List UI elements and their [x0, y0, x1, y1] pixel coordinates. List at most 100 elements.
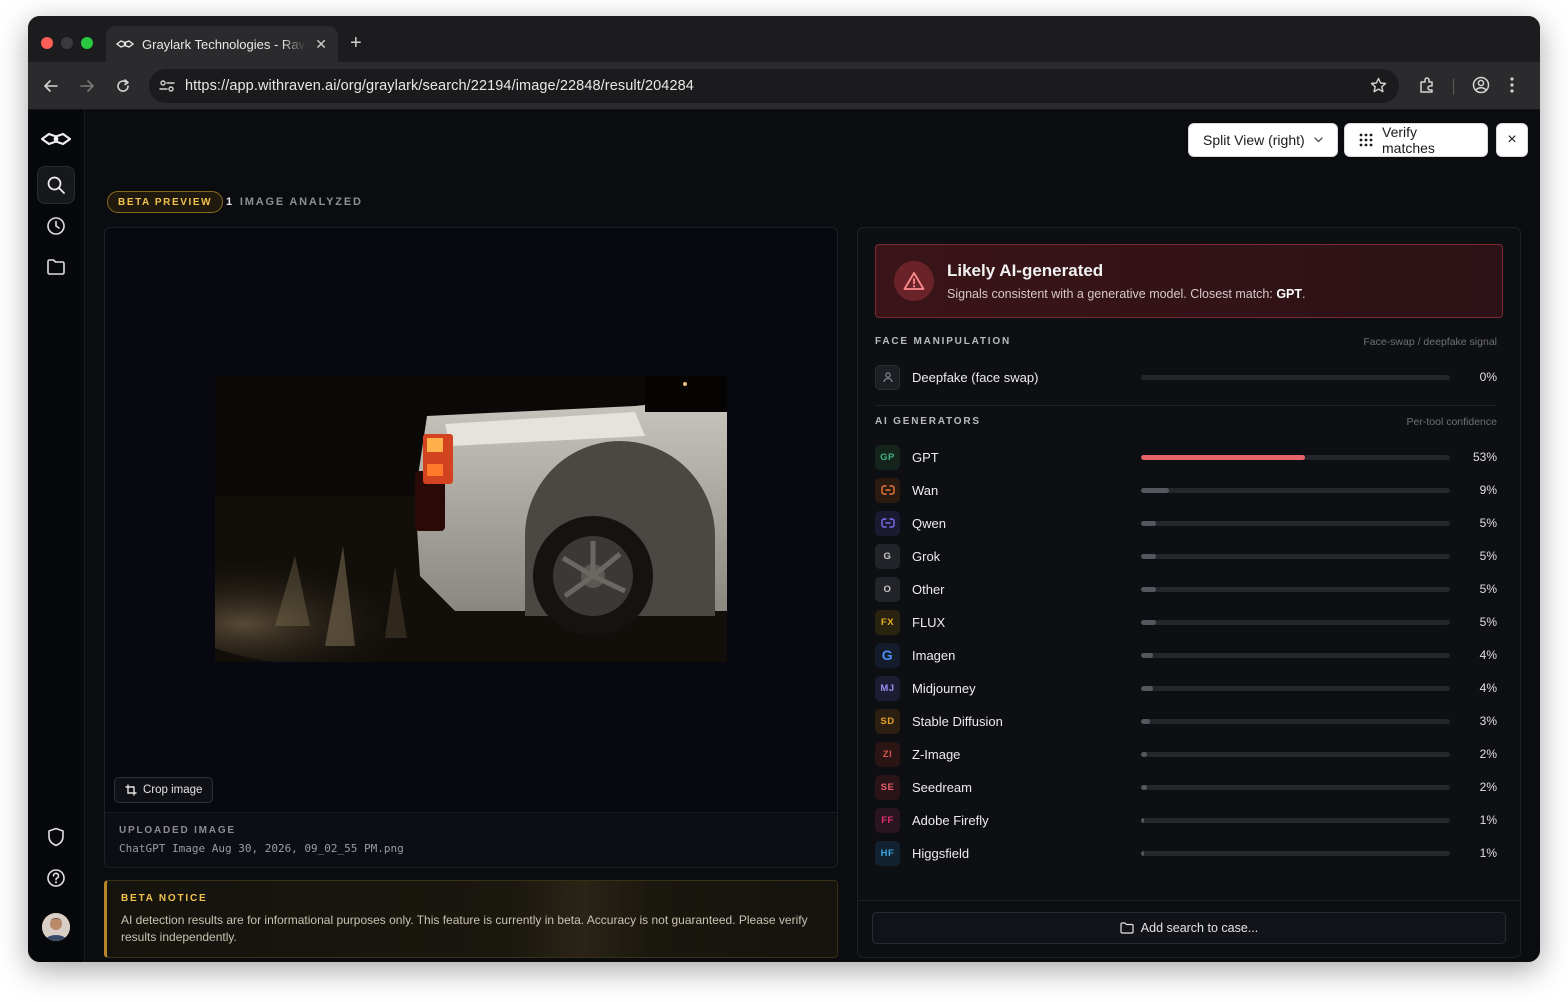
verify-matches-button[interactable]: Verify matches: [1344, 123, 1488, 157]
beta-notice-text: AI detection results are for information…: [121, 913, 808, 944]
generator-confidence-track: [1141, 718, 1450, 724]
generator-row: ZI Z-Image 2%: [875, 740, 1497, 768]
browser-window: Graylark Technologies - Raven ✕ + https:…: [28, 16, 1540, 962]
sidebar-item-security[interactable]: [37, 818, 75, 856]
face-row: Deepfake (face swap) 0%: [875, 363, 1497, 391]
generator-name: Seedream: [912, 779, 972, 795]
generator-percent: 1%: [1479, 846, 1497, 860]
ai-generators-header: AI GENERATORS Per-tool confidence: [875, 416, 1497, 428]
sidebar: [28, 110, 85, 962]
back-arrow-icon[interactable]: [41, 76, 61, 96]
new-tab-icon[interactable]: +: [350, 32, 362, 54]
generator-confidence-fill: [1141, 850, 1145, 856]
results-footer: Add search to case...: [858, 900, 1520, 957]
generator-name: Other: [912, 581, 945, 597]
close-panel-button[interactable]: ×: [1496, 123, 1528, 157]
sidebar-item-search[interactable]: [37, 166, 75, 204]
sidebar-item-history[interactable]: [37, 207, 75, 245]
generator-badge-icon: HF: [875, 840, 900, 866]
chevron-down-icon: [1314, 137, 1323, 143]
generator-name: Adobe Firefly: [912, 812, 989, 828]
generator-percent: 3%: [1479, 714, 1497, 728]
generator-confidence-track: [1141, 652, 1450, 658]
face-manipulation-note: Face-swap / deepfake signal: [1363, 336, 1497, 348]
help-icon: [47, 869, 65, 887]
generator-name: Imagen: [912, 647, 956, 663]
generator-badge-icon: ZI: [875, 741, 900, 767]
generator-name: Z-Image: [912, 746, 961, 762]
generator-badge-icon: G: [875, 642, 900, 668]
tab-close-icon[interactable]: ✕: [314, 36, 328, 53]
generator-badge-icon: [875, 510, 900, 536]
generator-confidence-track: [1141, 784, 1450, 790]
raven-favicon-icon: [116, 38, 134, 50]
generator-percent: 53%: [1472, 450, 1497, 464]
split-view-label: Split View (right): [1203, 132, 1305, 148]
generator-confidence-track: [1141, 487, 1450, 493]
generator-confidence-track: [1141, 586, 1450, 592]
generator-badge-icon: GP: [875, 444, 900, 470]
generator-confidence-fill: [1141, 751, 1148, 757]
uploaded-filename: ChatGPT Image Aug 30, 2026, 09_02_55 PM.…: [119, 842, 404, 855]
warning-icon: [894, 261, 934, 301]
crop-image-button[interactable]: Crop image: [114, 777, 214, 803]
generator-badge-icon: MJ: [875, 675, 900, 701]
generator-name: FLUX: [912, 614, 946, 630]
generator-percent: 5%: [1479, 615, 1497, 629]
raven-logo-icon[interactable]: [37, 120, 75, 158]
generator-confidence-fill: [1141, 817, 1145, 823]
site-settings-icon[interactable]: [159, 79, 175, 93]
generator-badge-icon: FX: [875, 609, 900, 635]
split-view-dropdown[interactable]: Split View (right): [1188, 123, 1338, 157]
generator-confidence-fill: [1141, 520, 1157, 526]
generator-confidence-fill: [1141, 487, 1169, 493]
forward-arrow-icon[interactable]: [77, 76, 97, 96]
analyzed-label: IMAGE ANALYZED: [239, 196, 363, 208]
browser-menu-icon[interactable]: [1509, 76, 1515, 99]
url-text: https://app.withraven.ai/org/graylark/se…: [185, 78, 694, 94]
generator-percent: 5%: [1479, 516, 1497, 530]
close-window-button[interactable]: [41, 37, 53, 49]
generator-percent: 1%: [1479, 813, 1497, 827]
beta-notice-title: BETA NOTICE: [121, 893, 208, 904]
image-panel: Crop image UPLOADED IMAGE ChatGPT Image …: [104, 227, 838, 868]
reload-icon[interactable]: [113, 76, 133, 96]
generator-row: SE Seedream 2%: [875, 773, 1497, 801]
generator-name: GPT: [912, 449, 939, 465]
generator-percent: 5%: [1479, 549, 1497, 563]
add-to-case-button[interactable]: Add search to case...: [872, 912, 1506, 944]
generator-confidence-fill: [1141, 685, 1154, 691]
minimize-window-button[interactable]: [61, 37, 73, 49]
face-row-name: Deepfake (face swap): [912, 369, 1039, 385]
bookmark-star-icon[interactable]: [1370, 77, 1387, 99]
generator-confidence-track: [1141, 454, 1450, 460]
beta-preview-badge: BETA PREVIEW: [107, 191, 224, 213]
generator-badge-icon: O: [875, 576, 900, 602]
sidebar-item-cases[interactable]: [37, 248, 75, 286]
ai-generators-title: AI GENERATORS: [875, 416, 981, 427]
verify-matches-label: Verify matches: [1382, 124, 1435, 156]
images-analyzed-count: 1 IMAGE ANALYZED: [226, 196, 363, 208]
analyzed-image[interactable]: [215, 376, 727, 662]
profile-icon[interactable]: [1472, 76, 1490, 99]
tab-title: Graylark Technologies - Raven: [142, 36, 307, 52]
ai-generators-note: Per-tool confidence: [1406, 416, 1497, 428]
generator-row: MJ Midjourney 4%: [875, 674, 1497, 702]
generator-confidence-fill: [1141, 619, 1157, 625]
maximize-window-button[interactable]: [81, 37, 93, 49]
beta-notice: BETA NOTICE AI detection results are for…: [104, 880, 838, 958]
generator-row: FF Adobe Firefly 1%: [875, 806, 1497, 834]
generator-row: G Grok 5%: [875, 542, 1497, 570]
extensions-icon[interactable]: [1418, 76, 1436, 99]
face-row-track: [1141, 374, 1450, 380]
browser-tab[interactable]: Graylark Technologies - Raven ✕: [106, 26, 338, 62]
generator-confidence-track: [1141, 850, 1450, 856]
crop-icon: [125, 784, 137, 796]
crop-image-label: Crop image: [143, 784, 203, 796]
shield-icon: [48, 827, 64, 847]
sidebar-item-help[interactable]: [37, 859, 75, 897]
avatar[interactable]: [42, 913, 70, 941]
face-manipulation-title: FACE MANIPULATION: [875, 336, 1011, 347]
results-panel: Likely AI-generated Signals consistent w…: [857, 227, 1521, 958]
address-bar[interactable]: https://app.withraven.ai/org/graylark/se…: [149, 69, 1399, 103]
